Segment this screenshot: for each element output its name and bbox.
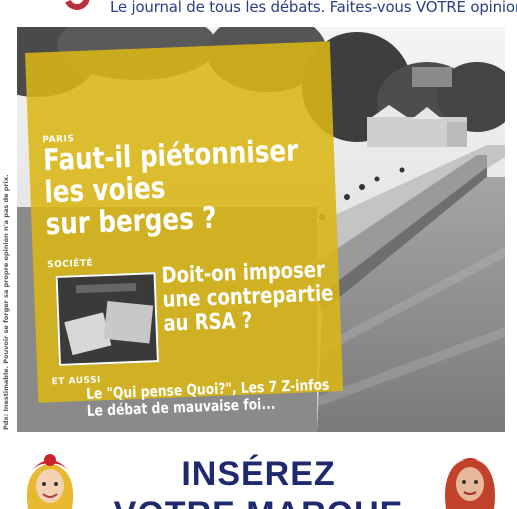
cta-title-line-2: VOTRE MARQUE [0,495,517,509]
document-shape [103,301,154,344]
document-shape [75,282,137,294]
advertising-banner[interactable]: INSÉREZ VOTRE MARQUE [0,432,517,509]
masthead: Le journal de tous les débats. Faites-vo… [0,0,517,22]
section-label-societe: SOCIÉTÉ [46,258,94,271]
logo-icon [60,0,94,14]
rsa-headline-line: au RSA ? [163,308,253,337]
cover-image: PARIS Faut-il piétonniser les voies sur … [17,27,505,432]
main-headline-line: sur berges ? [44,200,218,243]
rsa-photo [55,272,159,366]
rsa-headline: Doit-on imposer une contrepartie au RSA … [161,258,335,338]
cta-title-line-1: INSÉREZ [181,455,336,493]
photo-credit: Pdx: Inestimable. Pouvoir se forger sa p… [2,174,10,430]
headline-panel: PARIS Faut-il piétonniser les voies sur … [25,41,344,420]
main-headline: Faut-il piétonniser les voies sur berges… [42,134,302,243]
masthead-tagline: Le journal de tous les débats. Faites-vo… [110,0,517,16]
